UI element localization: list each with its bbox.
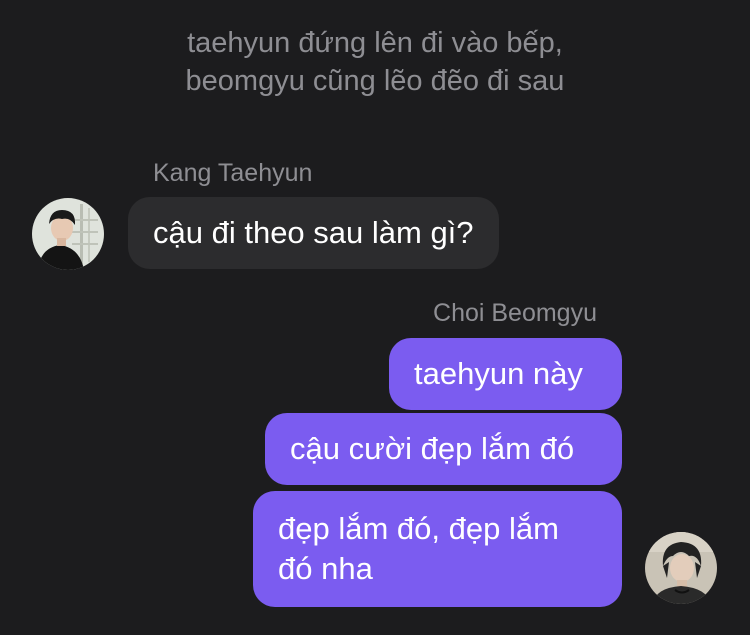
outgoing-message-bubble[interactable]: taehyun này (389, 338, 622, 410)
taehyun-avatar[interactable] (32, 198, 104, 270)
message-text-line: đó nha (278, 551, 373, 586)
narration-line: taehyun đứng lên đi vào bếp, (187, 27, 563, 59)
message-text: taehyun này (414, 356, 583, 391)
outgoing-message-bubble[interactable]: đẹp lắm đó, đẹp lắm đó nha (253, 491, 622, 607)
message-text-line: đẹp lắm đó, đẹp lắm (278, 511, 559, 546)
chat-screen: taehyun đứng lên đi vào bếp, beomgyu cũn… (0, 0, 750, 635)
narration-text: taehyun đứng lên đi vào bếp, beomgyu cũn… (0, 24, 750, 100)
incoming-message-bubble[interactable]: cậu đi theo sau làm gì? (128, 197, 499, 269)
outgoing-sender-name: Choi Beomgyu (433, 299, 597, 327)
message-text: cậu đi theo sau làm gì? (153, 215, 474, 250)
narration-line: beomgyu cũng lẽo đẽo đi sau (185, 65, 565, 97)
outgoing-message-bubble[interactable]: cậu cười đẹp lắm đó (265, 413, 622, 485)
message-text: cậu cười đẹp lắm đó (290, 431, 575, 466)
beomgyu-avatar[interactable] (645, 532, 717, 604)
profile-photo-icon (645, 532, 717, 604)
profile-photo-icon (32, 198, 104, 270)
incoming-sender-name: Kang Taehyun (153, 159, 313, 187)
